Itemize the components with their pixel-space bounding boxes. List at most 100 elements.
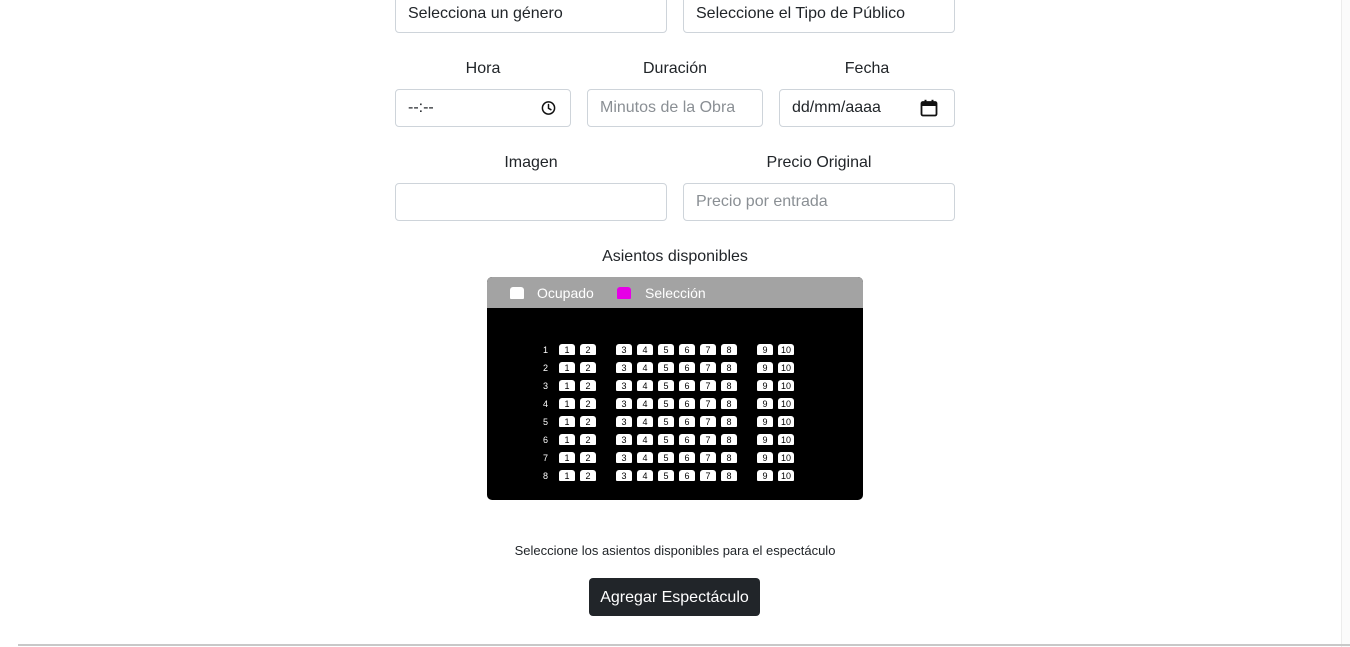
seat[interactable]: 5 bbox=[658, 398, 674, 409]
seat[interactable]: 8 bbox=[721, 380, 737, 391]
seat[interactable]: 5 bbox=[658, 362, 674, 373]
seat[interactable]: 3 bbox=[616, 362, 632, 373]
seat[interactable]: 10 bbox=[778, 398, 794, 409]
add-show-button[interactable]: Agregar Espectáculo bbox=[589, 578, 760, 616]
seat[interactable]: 2 bbox=[580, 398, 596, 409]
seat[interactable]: 4 bbox=[637, 470, 653, 481]
occupied-legend-label: Ocupado bbox=[537, 285, 594, 301]
seat-row-label: 6 bbox=[542, 435, 548, 445]
seat[interactable]: 2 bbox=[580, 452, 596, 463]
seat[interactable]: 3 bbox=[616, 452, 632, 463]
seat[interactable]: 7 bbox=[700, 380, 716, 391]
seat[interactable]: 1 bbox=[559, 398, 575, 409]
seat[interactable]: 10 bbox=[778, 434, 794, 445]
calendar-icon[interactable] bbox=[920, 99, 938, 117]
seats-title: Asientos disponibles bbox=[602, 248, 748, 265]
duration-input[interactable]: Minutos de la Obra bbox=[587, 89, 763, 127]
price-label: Precio Original bbox=[766, 154, 872, 171]
seat[interactable]: 4 bbox=[637, 416, 653, 427]
seat[interactable]: 3 bbox=[616, 344, 632, 355]
seat[interactable]: 1 bbox=[559, 434, 575, 445]
seat[interactable]: 5 bbox=[658, 434, 674, 445]
seat[interactable]: 8 bbox=[721, 344, 737, 355]
seat[interactable]: 9 bbox=[757, 470, 773, 481]
seat[interactable]: 9 bbox=[757, 452, 773, 463]
seat[interactable]: 9 bbox=[757, 398, 773, 409]
seat[interactable]: 9 bbox=[757, 344, 773, 355]
seat[interactable]: 8 bbox=[721, 416, 737, 427]
seat[interactable]: 7 bbox=[700, 344, 716, 355]
seat[interactable]: 7 bbox=[700, 434, 716, 445]
seat[interactable]: 3 bbox=[616, 434, 632, 445]
seat[interactable]: 10 bbox=[778, 470, 794, 481]
seat[interactable]: 8 bbox=[721, 398, 737, 409]
seat[interactable]: 6 bbox=[679, 344, 695, 355]
scrollbar[interactable] bbox=[1341, 0, 1350, 647]
genre-select[interactable]: Selecciona un género bbox=[395, 0, 667, 33]
seat[interactable]: 1 bbox=[559, 380, 575, 391]
seat[interactable]: 7 bbox=[700, 416, 716, 427]
date-input[interactable]: dd/mm/aaaa bbox=[779, 89, 955, 127]
seat[interactable]: 4 bbox=[637, 344, 653, 355]
seat[interactable]: 3 bbox=[616, 380, 632, 391]
seat[interactable]: 6 bbox=[679, 470, 695, 481]
seat[interactable]: 10 bbox=[778, 344, 794, 355]
seat[interactable]: 4 bbox=[637, 398, 653, 409]
seat[interactable]: 8 bbox=[721, 434, 737, 445]
selection-legend-label: Selección bbox=[645, 285, 706, 301]
seat[interactable]: 8 bbox=[721, 470, 737, 481]
seat[interactable]: 5 bbox=[658, 416, 674, 427]
image-input[interactable] bbox=[395, 183, 667, 221]
seat[interactable]: 7 bbox=[700, 398, 716, 409]
seat[interactable]: 5 bbox=[658, 380, 674, 391]
seat[interactable]: 9 bbox=[757, 434, 773, 445]
seat[interactable]: 2 bbox=[580, 416, 596, 427]
seat[interactable]: 1 bbox=[559, 470, 575, 481]
seat[interactable]: 4 bbox=[637, 362, 653, 373]
seat[interactable]: 6 bbox=[679, 416, 695, 427]
seat[interactable]: 1 bbox=[559, 344, 575, 355]
seat[interactable]: 6 bbox=[679, 362, 695, 373]
seat[interactable]: 1 bbox=[559, 362, 575, 373]
seat[interactable]: 8 bbox=[721, 452, 737, 463]
seat[interactable]: 8 bbox=[721, 362, 737, 373]
seat[interactable]: 2 bbox=[580, 344, 596, 355]
add-show-form-page: Selecciona un género Seleccione el Tipo … bbox=[0, 0, 1350, 647]
seat[interactable]: 6 bbox=[679, 434, 695, 445]
seat[interactable]: 4 bbox=[637, 380, 653, 391]
seat[interactable]: 6 bbox=[679, 380, 695, 391]
seat[interactable]: 6 bbox=[679, 398, 695, 409]
audience-type-select[interactable]: Seleccione el Tipo de Público bbox=[683, 0, 955, 33]
seat[interactable]: 3 bbox=[616, 470, 632, 481]
seat[interactable]: 6 bbox=[679, 452, 695, 463]
seat[interactable]: 7 bbox=[700, 470, 716, 481]
seat[interactable]: 3 bbox=[616, 398, 632, 409]
price-input[interactable]: Precio por entrada bbox=[683, 183, 955, 221]
seat[interactable]: 9 bbox=[757, 416, 773, 427]
seat[interactable]: 4 bbox=[637, 452, 653, 463]
seat[interactable]: 5 bbox=[658, 344, 674, 355]
genre-select-value: Selecciona un género bbox=[408, 5, 563, 22]
seat[interactable]: 5 bbox=[658, 452, 674, 463]
seat[interactable]: 1 bbox=[559, 452, 575, 463]
seat[interactable]: 4 bbox=[637, 434, 653, 445]
seat[interactable]: 9 bbox=[757, 380, 773, 391]
time-label: Hora bbox=[465, 60, 501, 77]
seat[interactable]: 9 bbox=[757, 362, 773, 373]
seat[interactable]: 3 bbox=[616, 416, 632, 427]
audience-type-select-value: Seleccione el Tipo de Público bbox=[696, 5, 906, 22]
seat[interactable]: 1 bbox=[559, 416, 575, 427]
seat[interactable]: 5 bbox=[658, 470, 674, 481]
seat[interactable]: 2 bbox=[580, 434, 596, 445]
seat[interactable]: 2 bbox=[580, 470, 596, 481]
seat[interactable]: 10 bbox=[778, 452, 794, 463]
seat[interactable]: 7 bbox=[700, 362, 716, 373]
time-input[interactable]: --:-- bbox=[395, 89, 571, 127]
seat[interactable]: 7 bbox=[700, 452, 716, 463]
seat[interactable]: 10 bbox=[778, 416, 794, 427]
seat[interactable]: 2 bbox=[580, 362, 596, 373]
clock-icon[interactable] bbox=[541, 101, 556, 116]
seat[interactable]: 10 bbox=[778, 362, 794, 373]
seat[interactable]: 10 bbox=[778, 380, 794, 391]
seat[interactable]: 2 bbox=[580, 380, 596, 391]
